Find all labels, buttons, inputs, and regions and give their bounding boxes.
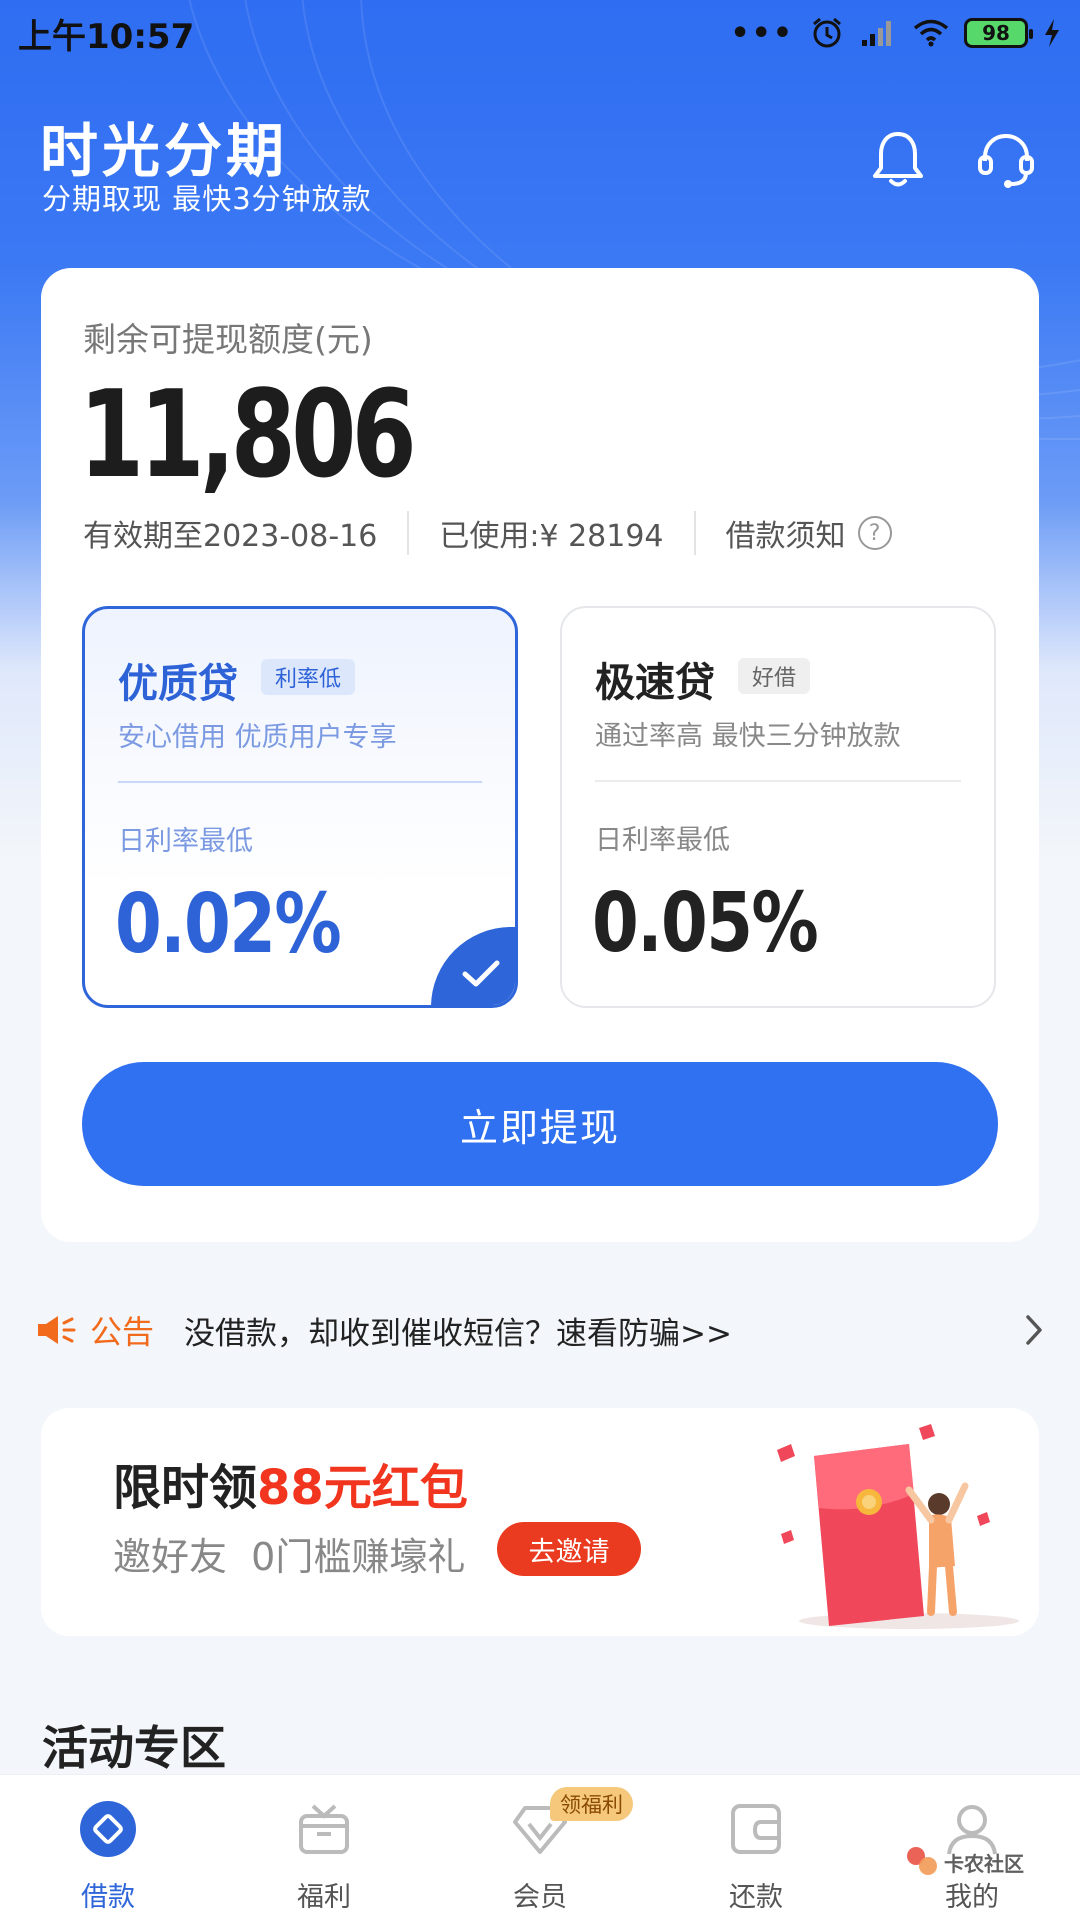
charging-icon — [1042, 16, 1062, 50]
nav-label: 会员 — [513, 1882, 567, 1913]
headset-icon — [978, 133, 1034, 188]
signal-icon — [860, 16, 898, 50]
rate-value: 0.02% — [115, 877, 342, 972]
battery-indicator: 98 — [964, 18, 1033, 48]
used-amount: 已使用:¥ 28194 — [439, 519, 664, 554]
divider — [407, 511, 410, 555]
bottom-navigation: 借款 福利 领福利 会员 还款 我的 卡农社区 — [0, 1774, 1080, 1920]
nav-item-repay[interactable]: 还款 — [648, 1775, 864, 1920]
divider — [595, 780, 961, 782]
announcement-bar[interactable]: 公告 没借款，却收到催收短信？速看防骗>> — [36, 1300, 1046, 1360]
nav-item-welfare[interactable]: 福利 — [216, 1775, 432, 1920]
wifi-icon — [912, 16, 950, 50]
notification-bell-button[interactable] — [866, 128, 930, 192]
nav-label: 借款 — [81, 1882, 135, 1913]
loan-tag: 好借 — [738, 658, 811, 694]
status-icons: ••• 98 — [730, 16, 1062, 51]
promo-title-highlight: 88元红包 — [257, 1460, 468, 1516]
loan-name: 优质贷 — [118, 661, 238, 707]
watermark-text: 卡农社区 — [944, 1851, 1024, 1876]
loan-option-premium[interactable]: 优质贷 利率低 安心借用 优质用户专享 日利率最低 0.02% — [82, 606, 518, 1008]
rate-label: 日利率最低 — [118, 826, 253, 857]
help-icon: ? — [857, 516, 892, 550]
divider — [118, 781, 482, 783]
quota-info-row: 有效期至2023-08-16 已使用:¥ 28194 借款须知 ? — [83, 508, 892, 558]
more-dots-icon: ••• — [730, 15, 794, 51]
app-subtitle: 分期取现 最快3分钟放款 — [42, 182, 372, 216]
nav-label: 我的 — [945, 1882, 999, 1913]
invite-promo-banner[interactable]: 限时领88元红包 邀好友 0门槛赚壕礼 去邀请 — [41, 1408, 1039, 1636]
rate-value: 0.05% — [592, 876, 819, 971]
selected-check-icon — [431, 927, 515, 1005]
red-envelope-illustration — [777, 1424, 1019, 1629]
quota-card: 剩余可提现额度(元) 11,806 有效期至2023-08-16 已使用:¥ 2… — [41, 268, 1039, 1242]
invite-button[interactable]: 去邀请 — [497, 1522, 641, 1576]
promo-title: 限时领88元红包 — [113, 1448, 468, 1518]
valid-until: 有效期至2023-08-16 — [83, 519, 378, 554]
announcement-label: 公告 — [90, 1313, 155, 1351]
loan-tag: 利率低 — [261, 659, 356, 695]
loan-description: 通过率高 最快三分钟放款 — [595, 721, 901, 752]
quota-label: 剩余可提现额度(元) — [83, 320, 373, 359]
watermark-logo-icon — [907, 1847, 937, 1875]
nav-item-loan[interactable]: 借款 — [0, 1775, 216, 1920]
divider — [693, 511, 696, 555]
withdraw-now-button[interactable]: 立即提现 — [82, 1062, 998, 1186]
rate-label: 日利率最低 — [595, 825, 730, 856]
chevron-right-icon — [1026, 1315, 1042, 1345]
gift-icon — [294, 1799, 354, 1859]
wallet-icon — [726, 1799, 786, 1859]
loan-icon — [78, 1799, 138, 1859]
nav-label: 福利 — [297, 1882, 351, 1913]
status-bar: 上午10:57 ••• 98 — [0, 0, 1080, 66]
loan-description: 安心借用 优质用户专享 — [118, 722, 397, 753]
loan-name: 极速贷 — [595, 660, 715, 706]
loan-option-express[interactable]: 极速贷 好借 通过率高 最快三分钟放款 日利率最低 0.05% — [560, 606, 996, 1008]
activity-section-title: 活动专区 — [42, 1721, 226, 1775]
promo-title-prefix: 限时领 — [113, 1460, 258, 1516]
nav-label: 还款 — [729, 1882, 783, 1913]
bell-icon — [873, 132, 923, 187]
alarm-icon — [808, 16, 846, 50]
status-time: 上午10:57 — [18, 16, 195, 57]
quota-amount: 11,806 — [79, 366, 417, 505]
announcement-text: 没借款，却收到催收短信？速看防骗>> — [184, 1315, 732, 1352]
customer-service-button[interactable] — [974, 128, 1038, 192]
community-watermark: 卡农社区 — [904, 1844, 1024, 1880]
member-badge: 领福利 — [550, 1787, 633, 1821]
promo-subtitle: 邀好友 0门槛赚壕礼 — [113, 1535, 466, 1579]
nav-item-member[interactable]: 领福利 会员 — [432, 1775, 648, 1920]
loan-notice-label: 借款须知 — [725, 519, 846, 554]
megaphone-icon — [38, 1316, 76, 1344]
loan-notice-link[interactable]: 借款须知 ? — [726, 511, 892, 555]
